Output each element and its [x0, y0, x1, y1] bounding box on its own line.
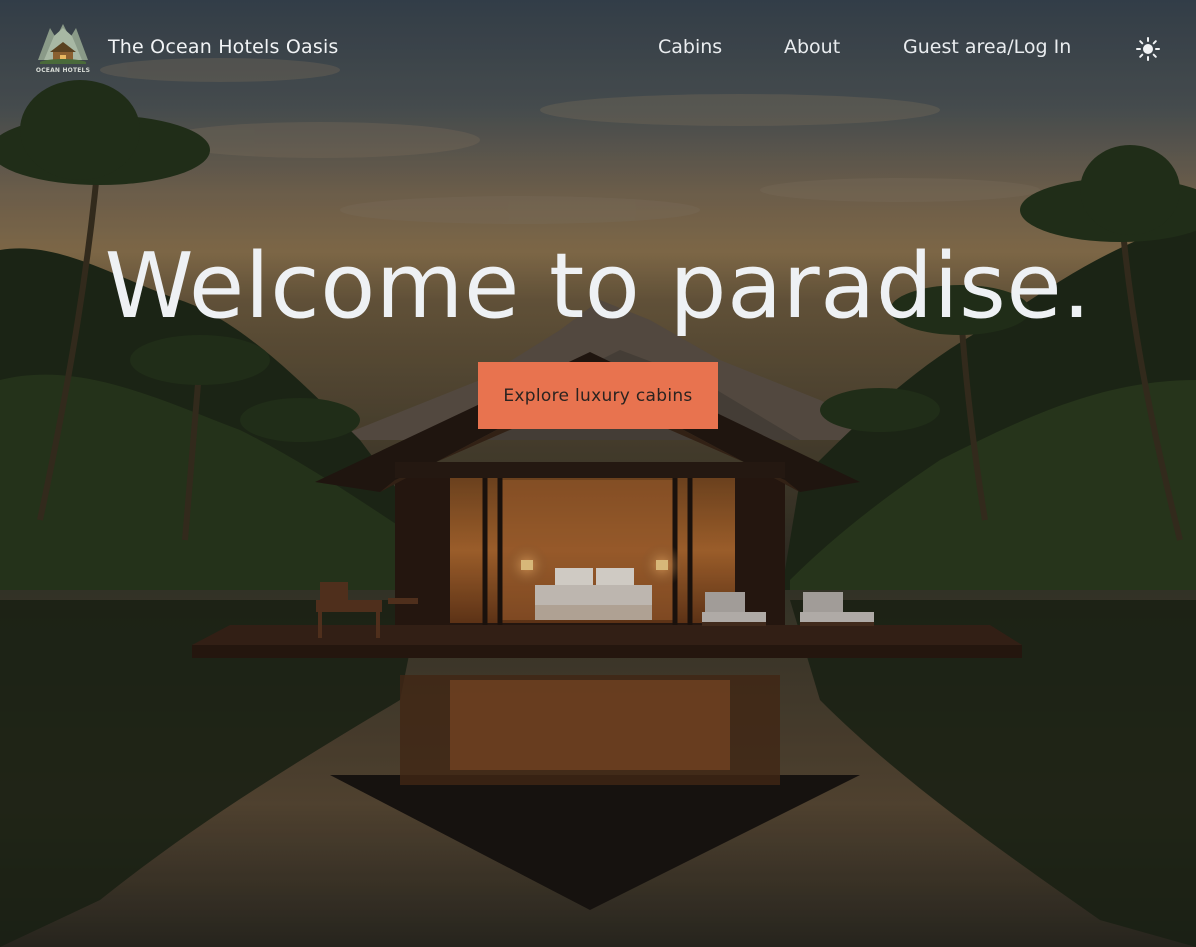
- nav-link-cabins[interactable]: Cabins: [658, 36, 722, 58]
- ocean-hotels-logo[interactable]: OCEAN HOTELS: [34, 22, 92, 76]
- nav-link-guest-area-login[interactable]: Guest area/Log In: [903, 36, 1071, 58]
- site-header: OCEAN HOTELS The Ocean Hotels Oasis Cabi…: [0, 0, 1196, 100]
- nav-link-about[interactable]: About: [784, 36, 840, 58]
- landing-page: OCEAN HOTELS The Ocean Hotels Oasis Cabi…: [0, 0, 1196, 947]
- background-dim-overlay: [0, 0, 1196, 947]
- logo-caption: OCEAN HOTELS: [35, 67, 91, 74]
- explore-cabins-button[interactable]: Explore luxury cabins: [478, 362, 718, 429]
- hero-title: Welcome to paradise.: [104, 234, 1092, 339]
- theme-toggle-button[interactable]: [1134, 34, 1162, 62]
- brand-name[interactable]: The Ocean Hotels Oasis: [108, 36, 339, 58]
- sun-icon: [1136, 37, 1160, 61]
